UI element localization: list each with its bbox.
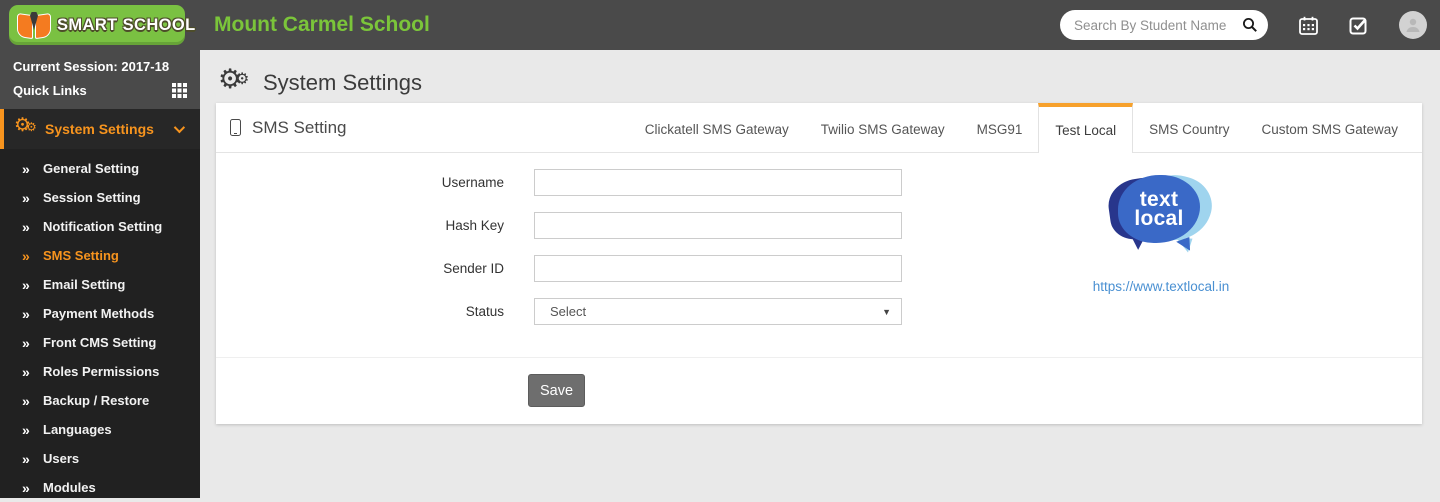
smart-school-logo[interactable]: SMART SCHOOL [9, 5, 185, 45]
tab-msg91[interactable]: MSG91 [961, 103, 1039, 152]
dropdown-caret-icon: ▼ [882, 307, 891, 317]
username-label: Username [216, 175, 504, 190]
textlocal-brand: text local https://www.textlocal.in [1006, 167, 1316, 294]
sidebar-item-sms-setting[interactable]: » SMS Setting [0, 241, 200, 270]
textlocal-link[interactable]: https://www.textlocal.in [1093, 279, 1230, 294]
sidebar-item-languages[interactable]: » Languages [0, 415, 200, 444]
tab-custom-sms-gateway[interactable]: Custom SMS Gateway [1245, 103, 1414, 152]
sidebar-item-general-setting[interactable]: » General Setting [0, 154, 200, 183]
calendar-icon[interactable] [1299, 16, 1318, 35]
sidebar-item-front-cms-setting[interactable]: » Front CMS Setting [0, 328, 200, 357]
sender-id-input[interactable] [534, 255, 902, 282]
tasks-check-icon[interactable] [1349, 15, 1369, 35]
top-header: SMART SCHOOL Mount Carmel School [0, 0, 1440, 50]
double-chevron-icon: » [22, 190, 43, 206]
double-chevron-icon: » [22, 277, 43, 293]
tab-twilio-sms-gateway[interactable]: Twilio SMS Gateway [805, 103, 961, 152]
double-chevron-icon: » [22, 364, 43, 380]
sidebar-item-session-setting[interactable]: » Session Setting [0, 183, 200, 212]
double-chevron-icon: » [22, 422, 43, 438]
student-search-box[interactable] [1060, 10, 1268, 40]
chevron-down-icon [174, 122, 185, 133]
current-session-text: Current Session: 2017-18 [13, 59, 187, 74]
username-input[interactable] [534, 169, 902, 196]
sidebar: Current Session: 2017-18 Quick Links ⚙⚙ … [0, 50, 200, 498]
textlocal-logo: text local [1109, 167, 1213, 263]
test-local-form: Username Hash Key Sender ID Status Selec… [216, 169, 902, 341]
save-button[interactable]: Save [528, 374, 585, 407]
double-chevron-icon: » [22, 161, 43, 177]
sidebar-item-roles-permissions[interactable]: » Roles Permissions [0, 357, 200, 386]
sms-gateway-tabs: Clickatell SMS Gateway Twilio SMS Gatewa… [629, 103, 1422, 152]
tab-sms-country[interactable]: SMS Country [1133, 103, 1245, 152]
card-header: SMS Setting Clickatell SMS Gateway Twili… [216, 103, 1422, 153]
double-chevron-icon: » [22, 480, 43, 496]
sidebar-item-backup-restore[interactable]: » Backup / Restore [0, 386, 200, 415]
status-select[interactable]: Select ▼ [534, 298, 902, 325]
sidebar-item-notification-setting[interactable]: » Notification Setting [0, 212, 200, 241]
status-label: Status [216, 304, 504, 319]
gears-icon: ⚙⚙ [14, 118, 38, 140]
school-name-title: Mount Carmel School [214, 13, 430, 37]
header-actions [1060, 10, 1440, 40]
gears-icon: ⚙⚙ [218, 68, 252, 98]
tab-test-local[interactable]: Test Local [1038, 103, 1133, 153]
double-chevron-icon: » [22, 219, 43, 235]
card-footer: Save [216, 357, 1422, 423]
logo-text: SMART SCHOOL [57, 16, 196, 35]
main-content: ⚙⚙ System Settings SMS Setting Clickatel… [200, 50, 1440, 498]
sidebar-item-payment-methods[interactable]: » Payment Methods [0, 299, 200, 328]
card-title: SMS Setting [216, 103, 347, 152]
user-avatar[interactable] [1399, 11, 1427, 39]
card-body: Username Hash Key Sender ID Status Selec… [216, 153, 1422, 357]
hash-key-input[interactable] [534, 212, 902, 239]
status-select-value: Select [550, 304, 586, 319]
double-chevron-icon: » [22, 393, 43, 409]
page-title: ⚙⚙ System Settings [218, 67, 1440, 99]
system-settings-submenu: » General Setting » Session Setting » No… [0, 149, 200, 502]
grid-icon[interactable] [172, 83, 187, 98]
search-input[interactable] [1074, 18, 1242, 33]
double-chevron-icon: » [22, 306, 43, 322]
quick-links[interactable]: Quick Links [13, 83, 187, 98]
sender-id-label: Sender ID [216, 261, 504, 276]
book-pen-icon [16, 10, 52, 40]
mobile-phone-icon [230, 119, 241, 136]
double-chevron-icon: » [22, 335, 43, 351]
double-chevron-icon: » [22, 248, 43, 264]
search-icon[interactable] [1242, 17, 1258, 33]
sidebar-item-email-setting[interactable]: » Email Setting [0, 270, 200, 299]
sidebar-top-section: Current Session: 2017-18 Quick Links [0, 50, 200, 109]
tab-clickatell-sms-gateway[interactable]: Clickatell SMS Gateway [629, 103, 805, 152]
sidebar-item-system-settings[interactable]: ⚙⚙ System Settings [0, 109, 200, 149]
quick-links-label: Quick Links [13, 83, 87, 98]
sidebar-item-users[interactable]: » Users [0, 444, 200, 473]
sms-setting-card: SMS Setting Clickatell SMS Gateway Twili… [216, 103, 1422, 424]
double-chevron-icon: » [22, 451, 43, 467]
hash-key-label: Hash Key [216, 218, 504, 233]
menu-parent-label: System Settings [45, 121, 154, 137]
